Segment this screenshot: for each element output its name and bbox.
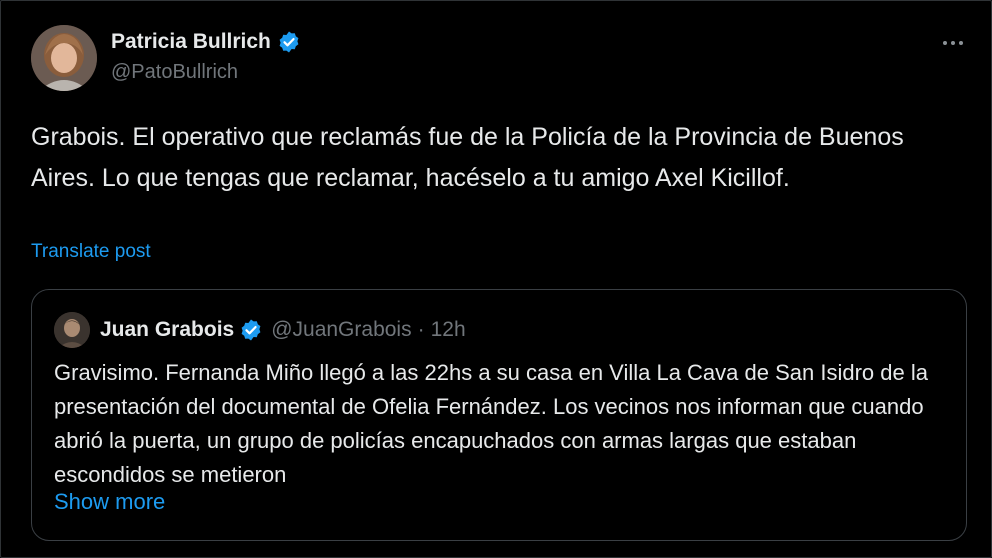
avatar-image [31, 25, 97, 91]
more-dot [951, 41, 955, 45]
quoted-timestamp[interactable]: 12h [431, 318, 466, 342]
quoted-author-handle[interactable]: @JuanGrabois [271, 318, 411, 342]
post-text: Grabois. El operativo que reclamás fue d… [31, 123, 904, 192]
quoted-author-display-name[interactable]: Juan Grabois [100, 318, 234, 342]
author-names: Patricia Bullrich @PatoBullrich [111, 27, 301, 84]
post-header: Patricia Bullrich @PatoBullrich [31, 25, 971, 95]
more-dots-icon[interactable] [935, 29, 971, 57]
quoted-post-text: Gravisimo. Fernanda Miño llegó a las 22h… [54, 360, 928, 487]
verified-badge-icon [279, 31, 299, 53]
author-display-name[interactable]: Patricia Bullrich [111, 30, 271, 54]
more-dot [943, 41, 947, 45]
quoted-post[interactable]: Juan Grabois @JuanGrabois · 12h Gravisim… [31, 289, 967, 541]
author-avatar[interactable] [31, 25, 97, 91]
quoted-avatar-image [54, 312, 90, 348]
quoted-separator: · [417, 318, 425, 341]
show-more-link[interactable]: Show more [54, 489, 165, 515]
more-dot [959, 41, 963, 45]
post-frame: Patricia Bullrich @PatoBullrich Grabois.… [0, 0, 992, 558]
quoted-author-avatar[interactable] [54, 312, 90, 348]
translate-post-link[interactable]: Translate post [31, 241, 151, 263]
author-handle[interactable]: @PatoBullrich [111, 61, 301, 84]
quoted-verified-badge-icon [241, 319, 261, 341]
quoted-post-header: Juan Grabois @JuanGrabois · 12h [54, 310, 466, 350]
author-name-row: Patricia Bullrich [111, 27, 301, 57]
